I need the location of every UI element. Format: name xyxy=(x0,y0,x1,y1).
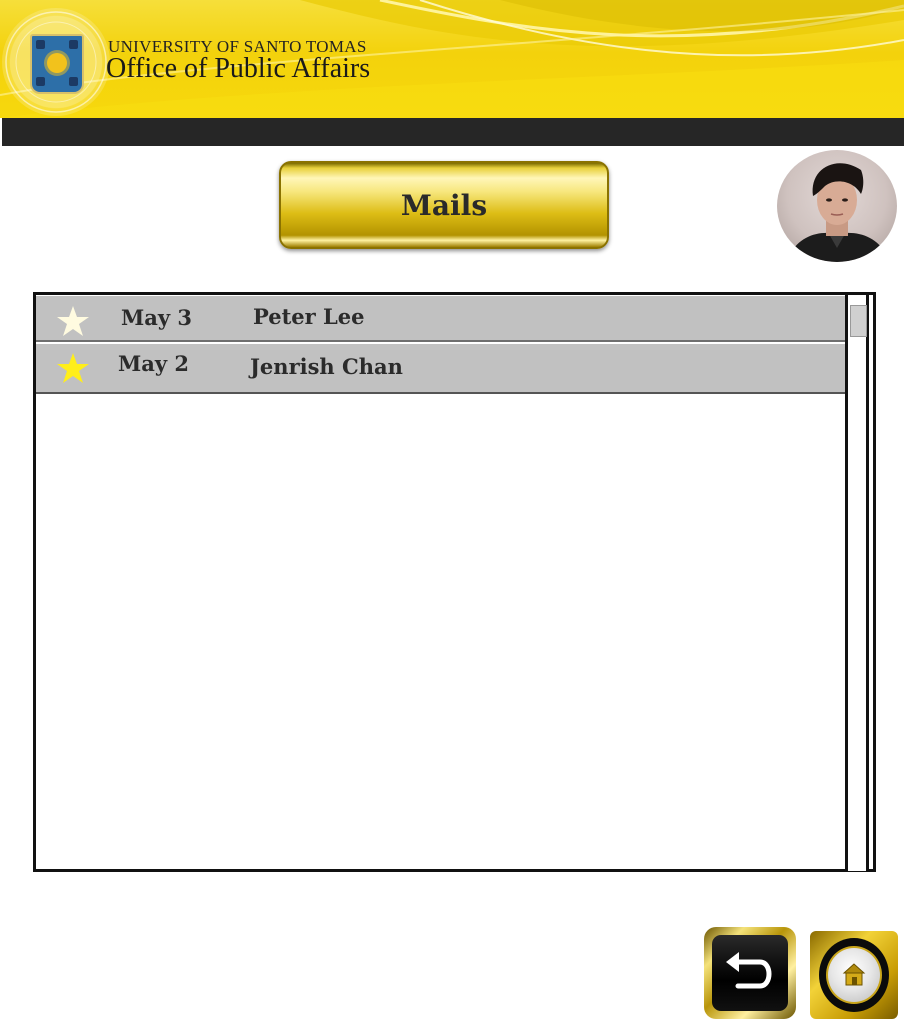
person-photo-icon xyxy=(787,163,889,262)
back-button-face xyxy=(712,935,788,1011)
star-outline-icon[interactable] xyxy=(56,305,90,337)
mail-list-item[interactable]: May 3 Peter Lee xyxy=(36,296,848,342)
star-filled-icon[interactable] xyxy=(56,352,90,384)
university-seal-icon xyxy=(2,8,110,116)
mails-title-button[interactable]: Mails xyxy=(279,161,609,249)
mail-list-item[interactable]: May 2 Jenrish Chan xyxy=(36,344,848,394)
mail-sender: Jenrish Chan xyxy=(250,354,403,379)
app-header: UNIVERSITY OF SANTO TOMAS Office of Publ… xyxy=(0,0,904,118)
home-icon xyxy=(842,963,866,986)
mail-date: May 2 xyxy=(118,351,189,376)
seal-shield-icon xyxy=(30,34,84,94)
mails-title-label: Mails xyxy=(400,188,488,222)
user-avatar[interactable] xyxy=(777,150,897,262)
mail-sender: Peter Lee xyxy=(253,304,365,329)
back-arrow-icon xyxy=(726,952,772,989)
sun-icon xyxy=(47,53,67,73)
home-button[interactable] xyxy=(810,931,898,1019)
office-name: Office of Public Affairs xyxy=(106,53,371,84)
header-bar xyxy=(2,118,904,146)
scrollbar-thumb[interactable] xyxy=(850,305,867,337)
home-button-face xyxy=(826,946,882,1004)
mail-list-scrollbar[interactable] xyxy=(845,295,869,871)
back-button[interactable] xyxy=(704,927,796,1019)
mail-date: May 3 xyxy=(121,305,192,330)
